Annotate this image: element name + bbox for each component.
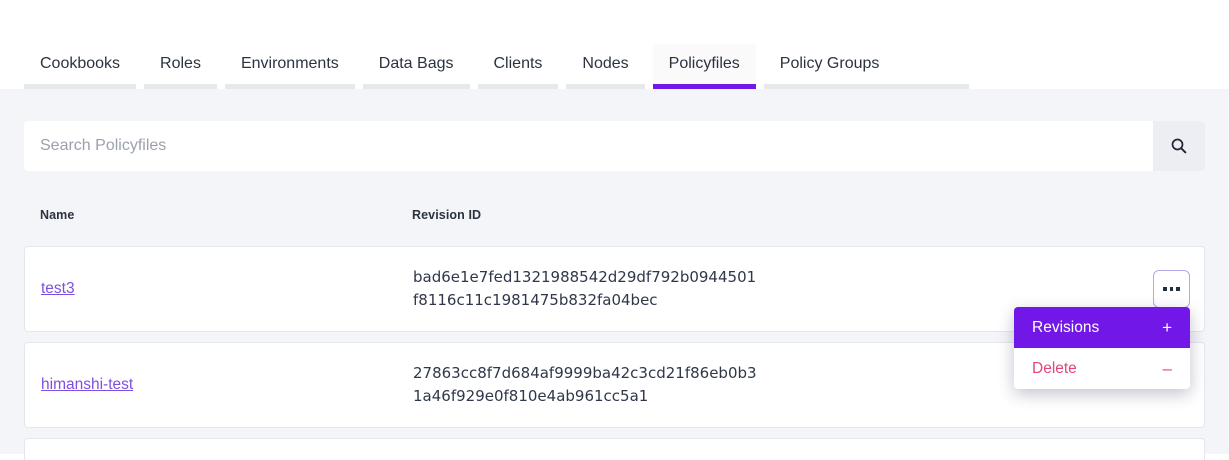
policyfile-link[interactable]: himanshi-test xyxy=(41,376,133,393)
plus-icon: + xyxy=(1162,318,1172,338)
search-button[interactable] xyxy=(1153,121,1205,171)
search-input[interactable] xyxy=(24,121,1153,171)
ellipsis-icon xyxy=(1163,287,1167,291)
search-icon xyxy=(1170,137,1188,155)
tab-roles[interactable]: Roles xyxy=(144,44,217,89)
minus-icon: – xyxy=(1163,359,1172,379)
tab-cookbooks[interactable]: Cookbooks xyxy=(24,44,136,89)
tab-clients[interactable]: Clients xyxy=(478,44,559,89)
revision-id-cell: 27863cc8f7d684af9999ba42c3cd21f86eb0b31a… xyxy=(413,362,758,409)
tab-environments[interactable]: Environments xyxy=(225,44,355,89)
policyfiles-panel: Name Revision ID test3 bad6e1e7fed132198… xyxy=(0,89,1229,454)
row-actions-cell xyxy=(1153,270,1190,308)
column-header-name: Name xyxy=(24,208,412,222)
infrastructure-tabbar: Cookbooks Roles Environments Data Bags C… xyxy=(0,0,1229,89)
tab-data-bags[interactable]: Data Bags xyxy=(363,44,470,89)
menu-item-label: Revisions xyxy=(1032,319,1099,337)
table-header: Name Revision ID xyxy=(24,195,1205,235)
policyfile-name-cell: himanshi-test xyxy=(25,376,413,394)
tab-policyfiles[interactable]: Policyfiles xyxy=(653,44,756,89)
tab-policy-groups[interactable]: Policy Groups xyxy=(764,44,970,89)
policyfile-name-cell: test3 xyxy=(25,280,413,298)
menu-item-delete[interactable]: Delete – xyxy=(1014,348,1190,389)
policyfile-link[interactable]: test3 xyxy=(41,280,75,297)
menu-item-revisions[interactable]: Revisions + xyxy=(1014,307,1190,348)
row-more-button[interactable] xyxy=(1153,270,1190,308)
row-context-menu: Revisions + Delete – xyxy=(1014,307,1190,389)
table-row-partial xyxy=(24,438,1205,460)
menu-item-label: Delete xyxy=(1032,360,1077,378)
search-bar xyxy=(24,121,1205,171)
column-header-revision-id: Revision ID xyxy=(412,208,1205,222)
tab-nodes[interactable]: Nodes xyxy=(566,44,644,89)
revision-id-cell: bad6e1e7fed1321988542d29df792b0944501f81… xyxy=(413,266,758,313)
